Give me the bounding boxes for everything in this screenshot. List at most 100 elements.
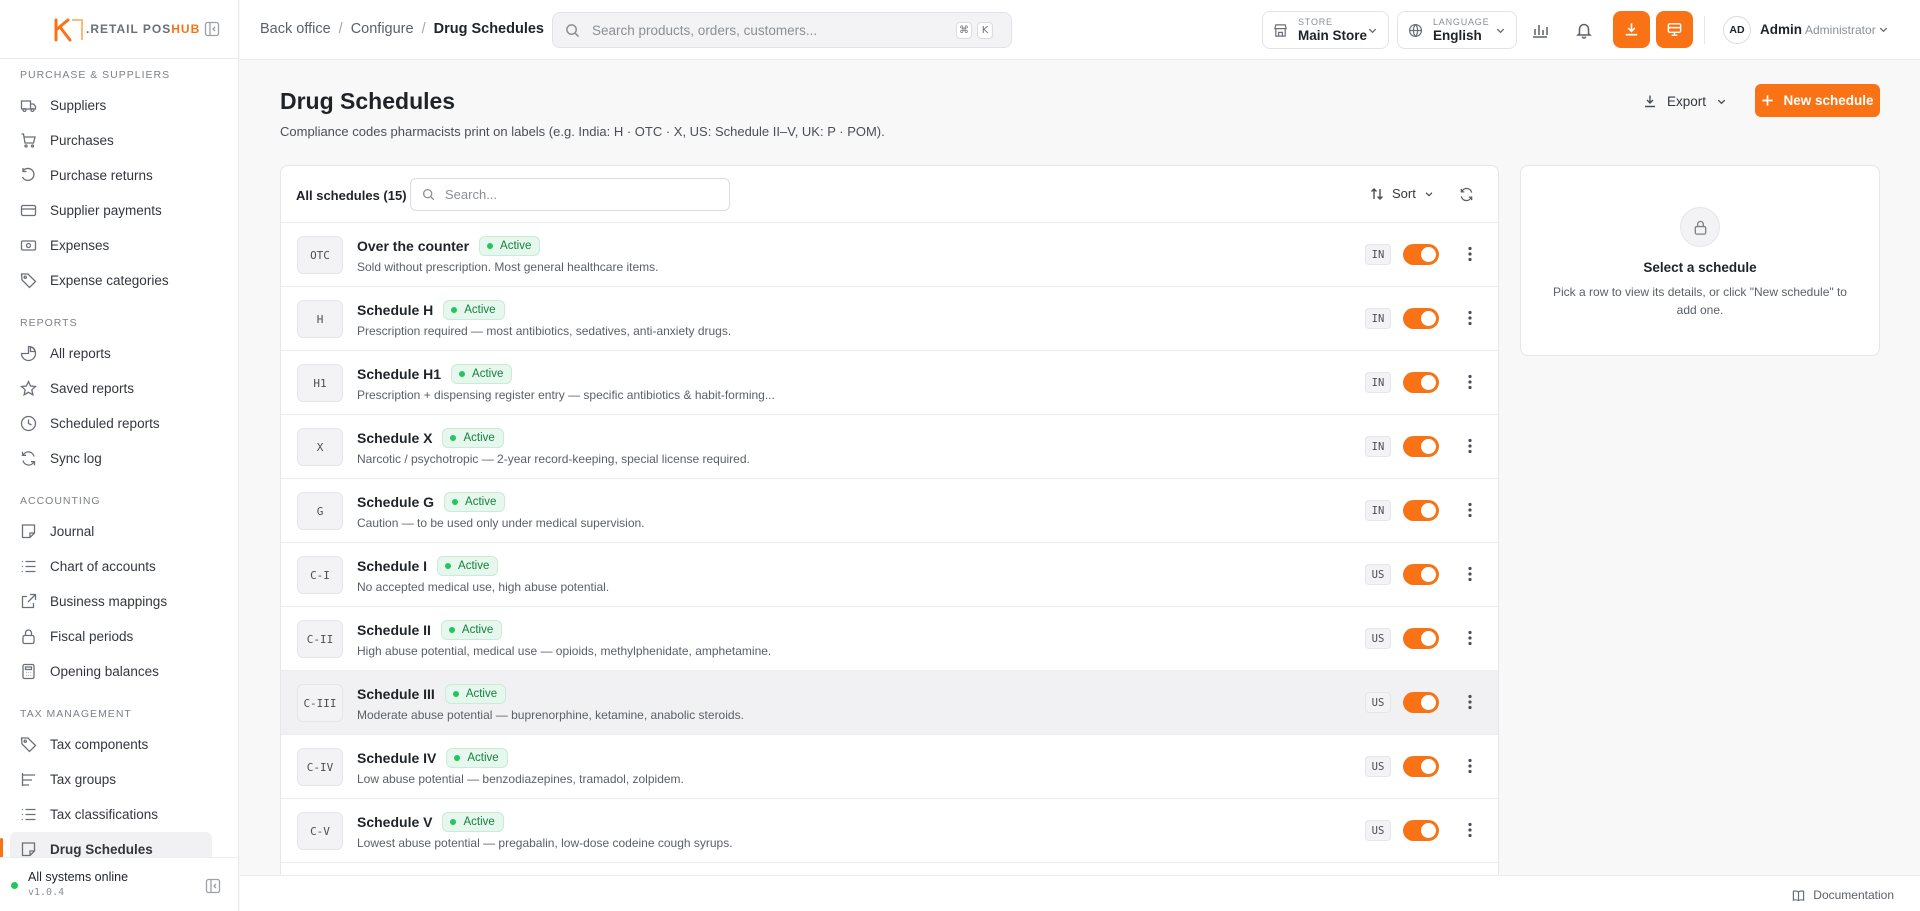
sidebar-item-label: Journal [50, 524, 95, 539]
more-vertical-icon[interactable] [1461, 693, 1479, 711]
brand-name-suffix: HUB [171, 22, 201, 36]
schedule-enabled-toggle[interactable] [1403, 500, 1439, 521]
analytics-icon[interactable] [1531, 21, 1549, 39]
region-badge: US [1365, 564, 1391, 585]
table-row[interactable]: C-I Schedule I Active No accepted medical u… [281, 543, 1498, 607]
shortcut-cmd-key: ⌘ [956, 22, 972, 39]
documentation-link[interactable]: Documentation [1792, 888, 1894, 902]
schedule-rows: OTC Over the counter Active Sold without pr… [281, 223, 1498, 863]
detail-title: Select a schedule [1643, 260, 1757, 275]
download-button[interactable] [1613, 11, 1650, 48]
language-selector[interactable]: Language English [1397, 11, 1517, 49]
tag-icon [20, 737, 37, 753]
sidebar-item-all-reports[interactable]: All reports [0, 336, 238, 371]
sidebar-item-label: Business mappings [50, 594, 168, 609]
sidebar-item-sync-log[interactable]: Sync log [0, 441, 238, 476]
sidebar-item-tax-groups[interactable]: Tax groups [0, 762, 238, 797]
table-row[interactable]: OTC Over the counter Active Sold without pr… [281, 223, 1498, 287]
sidebar-item-tax-classifications[interactable]: Tax classifications [0, 797, 238, 832]
schedule-description: Lowest abuse potential — pregabalin, low… [357, 836, 733, 850]
sidebar-item-opening-balances[interactable]: Opening balances [0, 654, 238, 689]
more-vertical-icon[interactable] [1461, 821, 1479, 839]
table-row[interactable]: C-II Schedule II Active High abuse potentia… [281, 607, 1498, 671]
chevron-down-icon[interactable] [1878, 24, 1889, 35]
sidebar-item-supplier-payments[interactable]: Supplier payments [0, 193, 238, 228]
schedule-title: Schedule X Active [357, 428, 504, 448]
more-vertical-icon[interactable] [1461, 501, 1479, 519]
schedule-name: Schedule I [357, 558, 428, 574]
new-schedule-button[interactable]: New schedule [1755, 84, 1880, 117]
sidebar-item-business-mappings[interactable]: Business mappings [0, 584, 238, 619]
more-vertical-icon[interactable] [1461, 373, 1479, 391]
pos-terminal-button[interactable] [1656, 11, 1693, 48]
status-badge: Active [479, 236, 541, 256]
export-button[interactable]: Export [1643, 84, 1727, 118]
sidebar-item-drug-schedules[interactable]: Drug Schedules [0, 832, 212, 857]
more-vertical-icon[interactable] [1461, 565, 1479, 583]
list-search-input[interactable] [445, 187, 705, 202]
sidebar-item-expenses[interactable]: Expenses [0, 228, 238, 263]
schedule-code: C-II [297, 620, 343, 658]
tag-icon [20, 273, 37, 289]
more-vertical-icon[interactable] [1461, 245, 1479, 263]
global-search-input[interactable] [592, 22, 952, 38]
sidebar-item-saved-reports[interactable]: Saved reports [0, 371, 238, 406]
panel-collapse-icon[interactable] [205, 878, 221, 894]
sidebar-item-label: Opening balances [50, 664, 159, 679]
schedule-enabled-toggle[interactable] [1403, 308, 1439, 329]
sidebar-item-chart-of-accounts[interactable]: Chart of accounts [0, 549, 238, 584]
refresh-icon[interactable] [1459, 187, 1474, 202]
sort-button[interactable]: Sort [1370, 186, 1434, 201]
table-row[interactable]: H1 Schedule H1 Active Prescription + dispen… [281, 351, 1498, 415]
sidebar-item-fiscal-periods[interactable]: Fiscal periods [0, 619, 238, 654]
table-row[interactable]: G Schedule G Active Caution — to be used on… [281, 479, 1498, 543]
schedule-enabled-toggle[interactable] [1403, 564, 1439, 585]
chevron-down-icon [1717, 99, 1726, 104]
global-search[interactable]: ⌘ K [552, 12, 1012, 48]
sidebar-collapse-icon[interactable] [204, 21, 220, 37]
schedule-code: C-III [297, 684, 343, 722]
status-badge: Active [442, 812, 504, 832]
store-label: Store [1298, 17, 1333, 27]
more-vertical-icon[interactable] [1461, 757, 1479, 775]
more-vertical-icon[interactable] [1461, 629, 1479, 647]
breadcrumb-configure[interactable]: Configure [351, 21, 414, 37]
sidebar-item-purchase-returns[interactable]: Purchase returns [0, 158, 238, 193]
user-menu[interactable]: Admin Administrator [1760, 22, 1876, 37]
more-vertical-icon[interactable] [1461, 437, 1479, 455]
globe-icon [1408, 23, 1423, 37]
schedule-description: Low abuse potential — benzodiazepines, t… [357, 772, 684, 786]
sidebar-item-purchases[interactable]: Purchases [0, 123, 238, 158]
store-selector[interactable]: Store Main Store [1262, 11, 1389, 49]
schedule-enabled-toggle[interactable] [1403, 372, 1439, 393]
nav-section-title: Purchase & Suppliers [20, 69, 171, 81]
sidebar-item-scheduled-reports[interactable]: Scheduled reports [0, 406, 238, 441]
table-row[interactable]: C-IV Schedule IV Active Low abuse potential… [281, 735, 1498, 799]
breadcrumb-back-office[interactable]: Back office [260, 21, 331, 37]
sidebar-item-expense-categories[interactable]: Expense categories [0, 263, 238, 298]
avatar[interactable]: AD [1723, 16, 1751, 44]
sidebar-item-suppliers[interactable]: Suppliers [0, 88, 238, 123]
more-vertical-icon[interactable] [1461, 309, 1479, 327]
table-row[interactable]: C-III Schedule III Active Moderate abuse po… [281, 671, 1498, 735]
table-row[interactable]: C-V Schedule V Active Lowest abuse potentia… [281, 799, 1498, 863]
table-row[interactable]: X Schedule X Active Narcotic / psychotropic… [281, 415, 1498, 479]
region-badge: IN [1365, 244, 1391, 265]
bell-icon[interactable] [1575, 21, 1593, 39]
list-search[interactable] [410, 178, 730, 211]
region-badge: US [1365, 692, 1391, 713]
schedule-description: Prescription required — most antibiotics… [357, 324, 732, 338]
status-badge: Active [443, 300, 505, 320]
nav-section-gap [0, 476, 238, 486]
sidebar-item-tax-components[interactable]: Tax components [0, 727, 238, 762]
breadcrumb-separator: / [421, 21, 426, 37]
schedule-enabled-toggle[interactable] [1403, 628, 1439, 649]
table-row[interactable]: H Schedule H Active Prescription required —… [281, 287, 1498, 351]
schedule-enabled-toggle[interactable] [1403, 820, 1439, 841]
sidebar-item-journal[interactable]: Journal [0, 514, 238, 549]
schedule-enabled-toggle[interactable] [1403, 244, 1439, 265]
schedule-enabled-toggle[interactable] [1403, 756, 1439, 777]
schedule-enabled-toggle[interactable] [1403, 692, 1439, 713]
status-badge: Active [446, 748, 508, 768]
schedule-enabled-toggle[interactable] [1403, 436, 1439, 457]
